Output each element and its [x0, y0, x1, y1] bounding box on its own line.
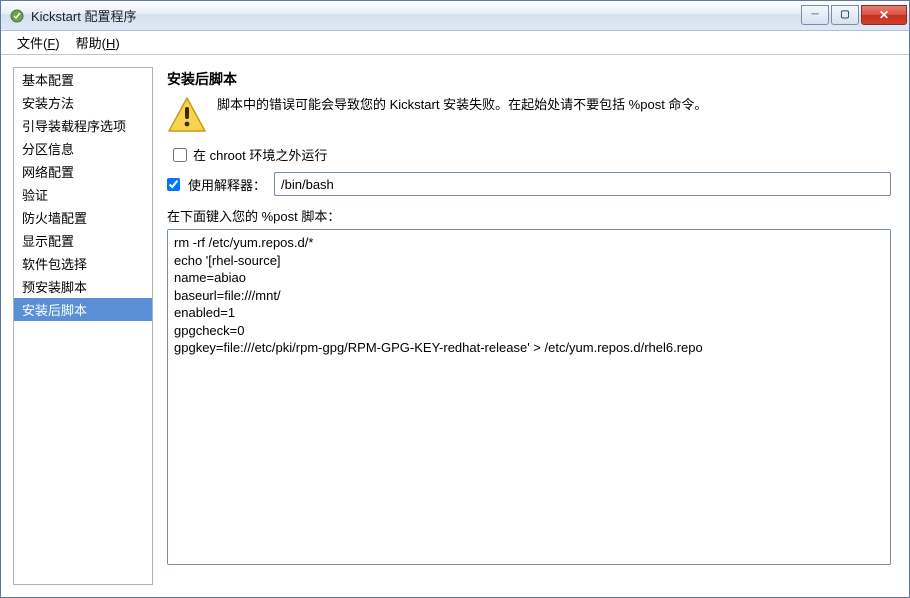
chroot-checkbox[interactable] — [173, 148, 187, 162]
sidebar-item-post-install-script[interactable]: 安装后脚本 — [14, 298, 152, 321]
interpreter-input[interactable] — [274, 172, 891, 196]
warning-icon — [167, 95, 207, 135]
app-icon — [9, 8, 25, 24]
chroot-label[interactable]: 在 chroot 环境之外运行 — [193, 145, 327, 164]
sidebar-item-package-select[interactable]: 软件包选择 — [14, 252, 152, 275]
menubar: 文件(F) 帮助(H) — [1, 31, 909, 55]
sidebar[interactable]: 基本配置 安装方法 引导装载程序选项 分区信息 网络配置 验证 防火墙配置 显示… — [13, 67, 153, 585]
content: 基本配置 安装方法 引导装载程序选项 分区信息 网络配置 验证 防火墙配置 显示… — [1, 55, 909, 597]
interpreter-checkbox[interactable] — [167, 178, 180, 191]
sidebar-item-authentication[interactable]: 验证 — [14, 183, 152, 206]
section-title: 安装后脚本 — [167, 69, 891, 89]
close-button[interactable]: ✕ — [861, 5, 907, 25]
sidebar-item-network-config[interactable]: 网络配置 — [14, 160, 152, 183]
warning-row: 脚本中的错误可能会导致您的 Kickstart 安装失败。在起始处请不要包括 %… — [167, 95, 891, 135]
sidebar-item-bootloader-options[interactable]: 引导装载程序选项 — [14, 114, 152, 137]
sidebar-item-partition-info[interactable]: 分区信息 — [14, 137, 152, 160]
titlebar: Kickstart 配置程序 ─ ▢ ✕ — [1, 1, 909, 31]
window: Kickstart 配置程序 ─ ▢ ✕ 文件(F) 帮助(H) 基本配置 安装… — [0, 0, 910, 598]
close-icon: ✕ — [879, 8, 889, 22]
window-title: Kickstart 配置程序 — [31, 6, 799, 25]
main-panel: 安装后脚本 脚本中的错误可能会导致您的 Kickstart 安装失败。在起始处请… — [165, 67, 897, 585]
interpreter-row: 使用解释器： — [167, 172, 891, 196]
sidebar-item-firewall-config[interactable]: 防火墙配置 — [14, 206, 152, 229]
post-script-textarea[interactable] — [167, 229, 891, 565]
maximize-button[interactable]: ▢ — [831, 5, 859, 25]
warning-text: 脚本中的错误可能会导致您的 Kickstart 安装失败。在起始处请不要包括 %… — [217, 95, 707, 116]
interpreter-label[interactable]: 使用解释器： — [188, 175, 266, 194]
maximize-icon: ▢ — [840, 9, 849, 20]
script-label: 在下面键入您的 %post 脚本： — [167, 206, 891, 225]
minimize-icon: ─ — [811, 9, 818, 20]
minimize-button[interactable]: ─ — [801, 5, 829, 25]
chroot-row: 在 chroot 环境之外运行 — [167, 145, 891, 164]
menu-file[interactable]: 文件(F) — [9, 31, 68, 54]
sidebar-item-pre-install-script[interactable]: 预安装脚本 — [14, 275, 152, 298]
sidebar-item-basic-config[interactable]: 基本配置 — [14, 68, 152, 91]
sidebar-item-display-config[interactable]: 显示配置 — [14, 229, 152, 252]
menu-help[interactable]: 帮助(H) — [68, 31, 128, 54]
window-controls: ─ ▢ ✕ — [799, 6, 907, 26]
sidebar-item-install-method[interactable]: 安装方法 — [14, 91, 152, 114]
